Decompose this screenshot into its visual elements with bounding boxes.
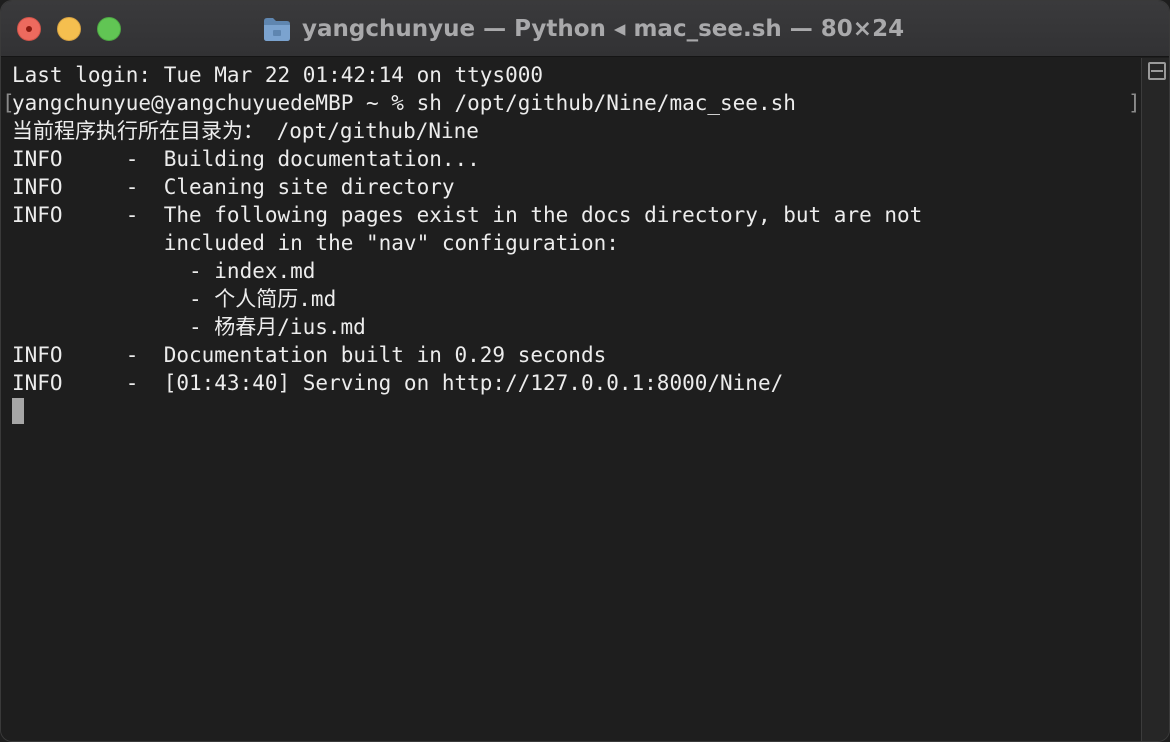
terminal-line: - 个人简历.md [12, 287, 337, 311]
command-mark-right: ] [1128, 91, 1141, 115]
minimize-button[interactable] [57, 17, 81, 41]
terminal-line: INFO - The following pages exist in the … [12, 203, 923, 227]
terminal-line: INFO - [01:43:40] Serving on http://127.… [12, 371, 784, 395]
window-title: yangchunyue — Python ◂ mac_see.sh — 80×2… [302, 16, 905, 42]
terminal-line: - 杨春月/ius.md [12, 315, 366, 339]
scrollbar[interactable] [1141, 58, 1169, 741]
close-icon [26, 26, 32, 32]
close-button[interactable] [17, 17, 41, 41]
terminal-line: 当前程序执行所在目录为： /opt/github/Nine [12, 119, 479, 143]
window-title-group: yangchunyue — Python ◂ mac_see.sh — 80×2… [263, 13, 904, 45]
zoom-button[interactable] [97, 17, 121, 41]
folder-icon [264, 18, 290, 41]
terminal-line: INFO - Cleaning site directory [12, 175, 455, 199]
terminal-line-command: yangchunyue@yangchuyuedeMBP ~ % sh /opt/… [12, 91, 796, 115]
terminal-line: INFO - Documentation built in 0.29 secon… [12, 343, 607, 367]
terminal-line: INFO - Building documentation... [12, 147, 480, 171]
terminal-window: yangchunyue — Python ◂ mac_see.sh — 80×2… [0, 0, 1170, 742]
terminal-line: included in the "nav" configuration: [12, 231, 619, 255]
split-pane-icon[interactable] [1148, 62, 1166, 80]
text-cursor [12, 398, 24, 424]
terminal-line: - index.md [12, 259, 316, 283]
terminal-line: Last login: Tue Mar 22 01:42:14 on ttys0… [12, 63, 544, 87]
title-bar[interactable]: yangchunyue — Python ◂ mac_see.sh — 80×2… [1, 1, 1169, 57]
terminal-output[interactable]: Last login: Tue Mar 22 01:42:14 on ttys0… [1, 58, 1141, 741]
